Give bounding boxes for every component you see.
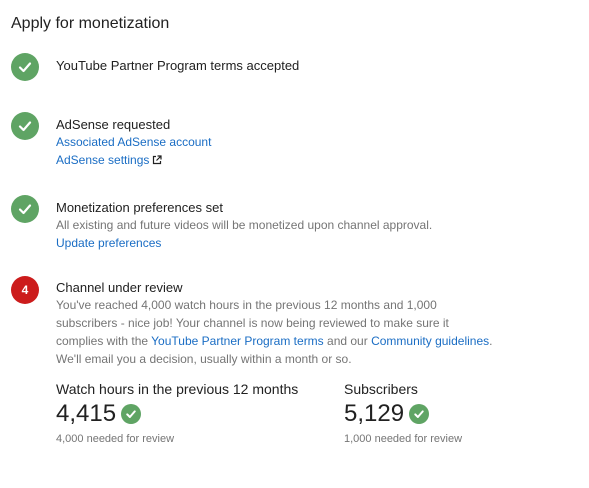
update-preferences-link[interactable]: Update preferences [56,234,556,252]
adsense-settings-label: AdSense settings [56,153,150,167]
page-title: Apply for monetization [11,15,170,32]
check-circle-icon [11,112,39,140]
watch-hours-label: Watch hours in the previous 12 months [56,381,299,397]
associated-adsense-account-link[interactable]: Associated AdSense account [56,133,556,151]
requirements-stats: Watch hours in the previous 12 months 4,… [56,380,576,450]
step-description: All existing and future videos will be m… [56,218,433,232]
open-in-new-icon [152,152,163,170]
review-text-part3: . [489,334,493,348]
step-heading: Channel under review [56,280,183,295]
subscribers-label: Subscribers [344,381,418,397]
step-description-email: We'll email you a decision, usually with… [56,352,352,366]
check-circle-icon [121,404,142,424]
step-heading: Monetization preferences set [56,200,223,215]
step-number-badge: 4 [11,276,39,304]
step-heading: AdSense requested [56,117,171,132]
check-circle-icon [409,404,430,424]
community-guidelines-link[interactable]: Community guidelines [371,334,489,348]
review-text-part2: and our [323,334,372,348]
check-circle-icon [11,53,39,81]
partner-program-terms-link[interactable]: YouTube Partner Program terms [151,334,324,348]
step-heading: YouTube Partner Program terms accepted [56,58,300,73]
subscribers-value: 5,129 [344,400,405,427]
watch-hours-value: 4,415 [56,400,117,427]
watch-hours-stat: Watch hours in the previous 12 months 4,… [56,380,298,447]
check-circle-icon [11,195,39,223]
adsense-settings-link[interactable]: AdSense settings [56,151,556,170]
subscribers-stat: Subscribers 5,129 1,000 needed for revie… [344,380,462,447]
step-description: You've reached 4,000 watch hours in the … [56,296,496,350]
watch-hours-note: 4,000 needed for review [56,433,175,445]
subscribers-note: 1,000 needed for review [344,433,463,445]
